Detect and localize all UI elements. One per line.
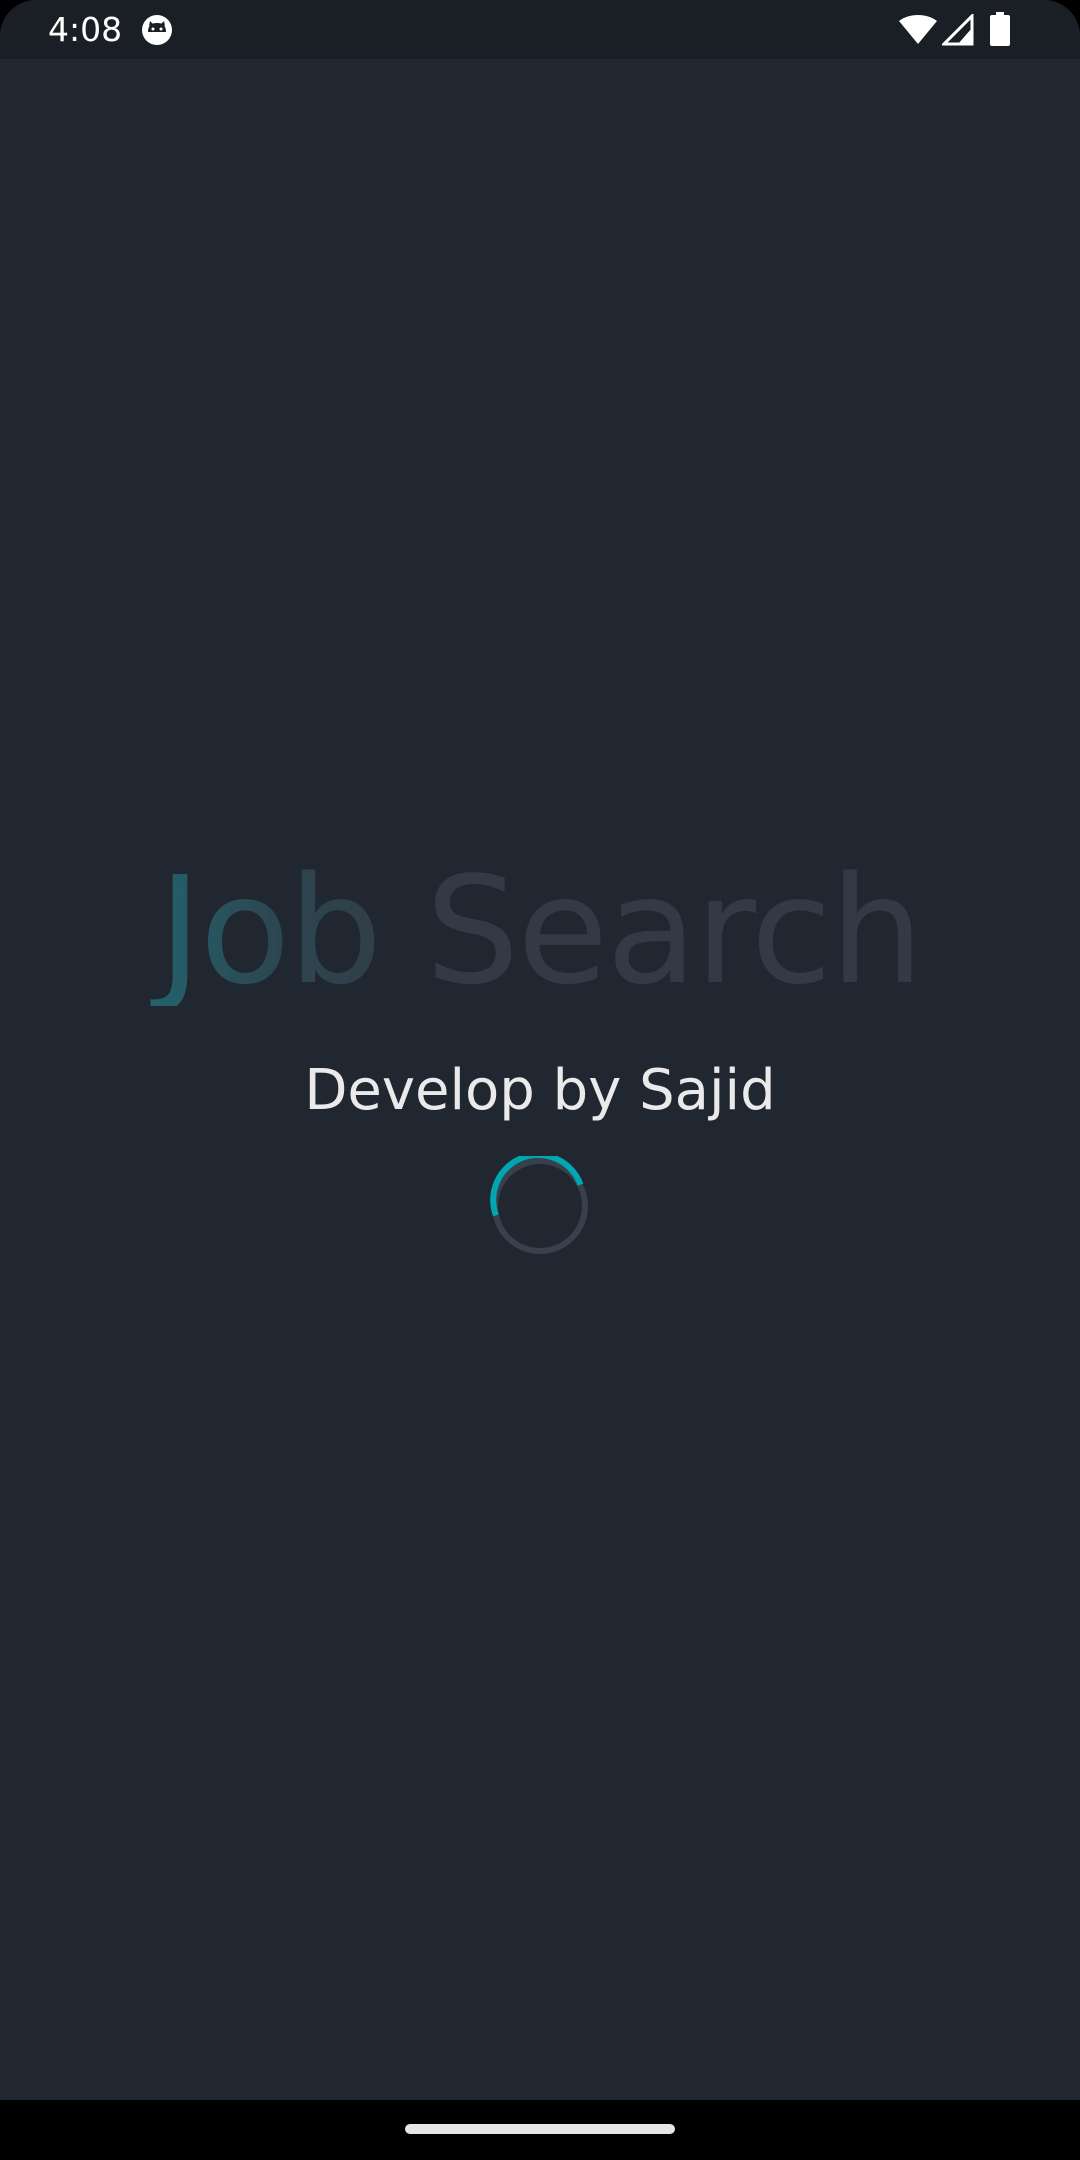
- developer-credit: Develop by Sajid: [304, 1058, 776, 1123]
- home-gesture-handle[interactable]: [405, 2124, 675, 2134]
- status-time: 4:08: [48, 10, 123, 49]
- cell-signal-icon: [942, 14, 974, 46]
- spinner-arc: [490, 1156, 584, 1217]
- spinner-icon: [490, 1156, 588, 1254]
- android-cat-icon: [142, 15, 172, 45]
- status-bar: 4:08: [0, 0, 1080, 59]
- splash-screen: 4:08 Job Search Develop by Sajid: [0, 0, 1080, 2160]
- app-title: Job Search: [0, 856, 1080, 1006]
- spinner-track: [492, 1158, 588, 1254]
- wifi-icon: [899, 15, 937, 44]
- battery-icon: [990, 12, 1010, 46]
